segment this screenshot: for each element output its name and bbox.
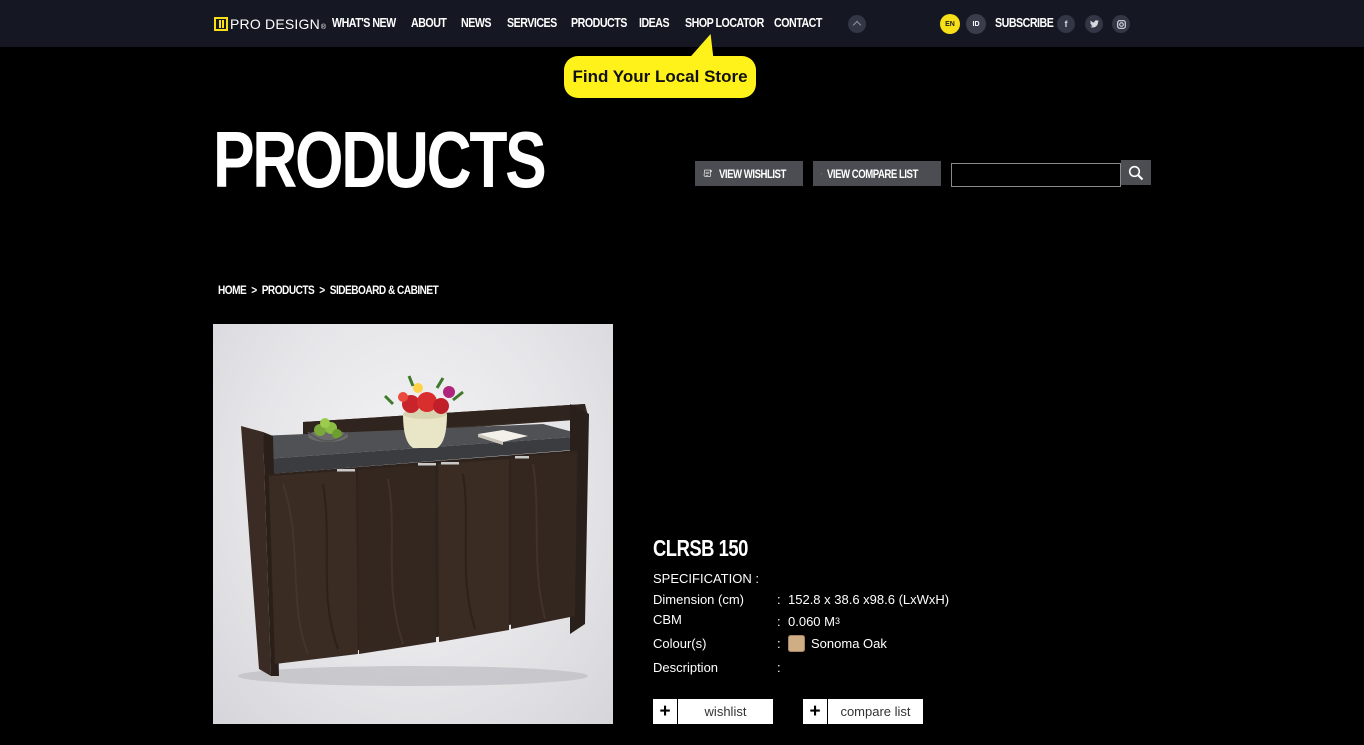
find-local-store-tooltip[interactable]: Find Your Local Store [564,56,756,98]
instagram-glyph-icon [1116,19,1126,29]
add-to-compare-list-label: compare list [840,704,911,719]
view-compare-list-button[interactable]: VIEW COMPARE LIST [813,161,941,186]
search-icon [1128,165,1144,180]
logo-text: PRO DESIGN [230,16,320,32]
colour-swatch[interactable] [788,634,805,652]
breadcrumb-separator: > [251,283,257,297]
breadcrumb-products[interactable]: PRODUCTS [262,283,315,297]
plus-icon: + [653,699,678,724]
spec-label-cbm: CBM [653,612,682,627]
spec-value-dimension: 152.8 x 38.6 x98.6 (LxWxH) [788,591,950,607]
spec-colon: : [777,635,781,651]
spec-row-dimension: Dimension (cm) : 152.8 x 38.6 x98.6 (LxW… [653,589,949,609]
cbm-number: 0.060 M [788,613,835,629]
plus-icon: + [803,699,828,724]
view-wishlist-label: VIEW WISHLIST [719,166,787,181]
nav-item-news[interactable]: NEWS [461,15,492,30]
specification-heading: SPECIFICATION : [653,571,759,586]
nav-item-whats-new[interactable]: WHAT'S NEW [332,15,396,30]
twitter-icon[interactable] [1085,15,1103,33]
nav-item-contact[interactable]: CONTACT [774,15,822,30]
scroll-up-icon[interactable] [848,15,866,33]
search-input[interactable] [951,163,1121,187]
search-button[interactable] [1121,160,1151,185]
brand-logo[interactable]: PRO DESIGN ® [214,14,326,34]
breadcrumb-separator: > [319,283,325,297]
nav-item-about[interactable]: ABOUT [411,15,447,30]
spec-value-cbm: 0.060 M3 [788,614,840,629]
spec-value-colour: Sonoma Oak [788,634,887,652]
scroll-list-icon [703,169,712,177]
language-en-button[interactable]: EN [940,14,960,34]
spec-colon: : [777,659,781,675]
top-nav-bar: PRO DESIGN ® WHAT'S NEW ABOUT NEWS SERVI… [0,0,1364,47]
product-image [213,324,613,724]
view-wishlist-button[interactable]: VIEW WISHLIST [695,161,803,186]
nav-item-products[interactable]: PRODUCTS [571,15,627,30]
add-to-wishlist-button[interactable]: + wishlist [653,699,773,724]
facebook-icon[interactable]: f [1057,15,1075,33]
spec-row-colour: Colour(s) : Sonoma Oak [653,633,887,653]
spec-row-description: Description : [653,657,788,677]
logo-registered-mark: ® [320,24,327,31]
spec-colon: : [777,591,781,607]
instagram-icon[interactable] [1112,15,1130,33]
view-compare-list-label: VIEW COMPARE LIST [827,166,919,181]
sideboard-illustration [238,375,589,686]
spec-row-cbm: CBM : 0.060 M3 [653,611,840,631]
subscribe-link[interactable]: SUBSCRIBE [995,15,1054,30]
add-to-compare-list-button[interactable]: + compare list [803,699,923,724]
breadcrumb-sideboard-cabinet[interactable]: SIDEBOARD & CABINET [330,283,439,297]
cbm-exponent: 3 [834,616,840,626]
nav-item-shop-locator[interactable]: SHOP LOCATOR [685,15,764,30]
balance-scale-icon [821,173,823,174]
spec-colon: : [777,613,781,629]
nav-item-ideas[interactable]: IDEAS [639,15,670,30]
nav-item-services[interactable]: SERVICES [507,15,557,30]
spec-label-description: Description [653,659,719,675]
add-to-wishlist-label: wishlist [704,704,747,719]
breadcrumb: HOME > PRODUCTS > SIDEBOARD & CABINET [218,283,439,297]
spec-label-colour: Colour(s) [653,635,707,651]
breadcrumb-home[interactable]: HOME [218,283,247,297]
colour-name: Sonoma Oak [811,635,887,651]
product-name: CLRSB 150 [653,535,748,561]
twitter-bird-icon [1089,20,1099,28]
language-id-button[interactable]: ID [966,14,986,34]
logo-mark-icon [214,17,228,31]
spec-label-dimension: Dimension (cm) [653,591,745,607]
page-title: PRODUCTS [213,115,547,204]
